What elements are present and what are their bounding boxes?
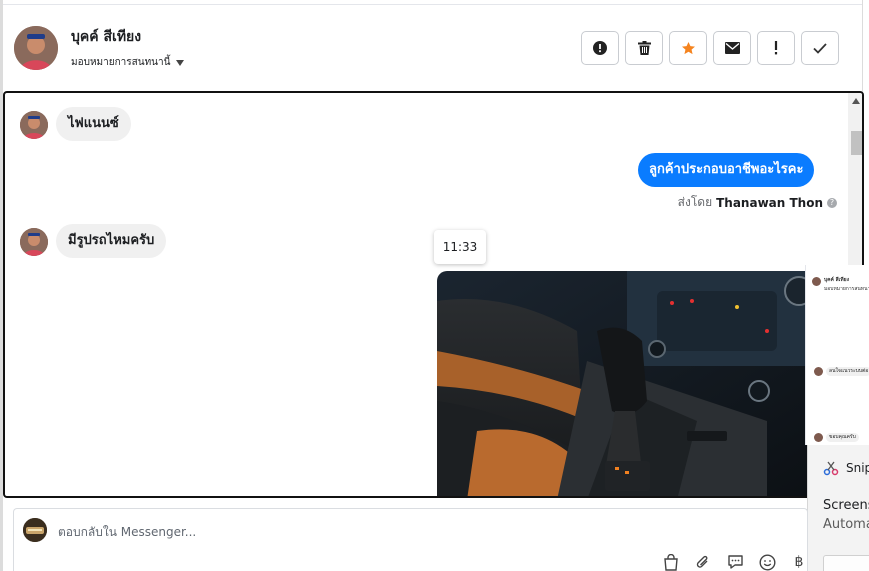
preview-assign-label: มอบหมายการสนทนานี้	[824, 286, 869, 292]
conversation-actions	[581, 31, 839, 65]
star-button[interactable]	[669, 31, 707, 65]
mark-done-button[interactable]	[801, 31, 839, 65]
sent-by-label: ส่งโดย Thanawan Thon ?	[678, 193, 837, 212]
sent-by-agent: Thanawan Thon	[716, 195, 823, 210]
car-interior-photo[interactable]	[437, 271, 809, 496]
snip-message-line1: Screens	[823, 498, 869, 513]
check-icon	[813, 42, 827, 54]
assign-conversation-dropdown[interactable]: มอบหมายการสนทนานี้	[71, 55, 185, 70]
snipping-tool-notification[interactable]: Snip Screens Automa	[807, 445, 869, 571]
reply-input[interactable]	[58, 522, 658, 542]
shopping-bag-button[interactable]	[662, 553, 680, 571]
scroll-up-arrow-icon[interactable]	[852, 98, 860, 104]
paperclip-icon	[696, 555, 708, 568]
page-avatar	[23, 518, 47, 542]
mark-spam-button[interactable]	[581, 31, 619, 65]
scroll-thumb[interactable]	[851, 131, 862, 155]
preview-avatar	[812, 277, 821, 286]
snip-title: Snip	[846, 461, 869, 475]
contact-avatar-small	[20, 228, 48, 256]
chat-bubble-icon	[727, 555, 743, 569]
timestamp-tooltip: 11:33	[434, 230, 486, 264]
follow-up-button[interactable]	[757, 31, 795, 65]
conversation-header: บุคค์ สีเทียง มอบหมายการสนทนานี้	[3, 5, 863, 91]
snip-message-line2: Automa	[823, 517, 869, 532]
trash-icon	[637, 41, 651, 55]
preview-message: ขอบคุณครับ	[826, 433, 859, 442]
conversation-preview-panel: บุคค์ สีเทียง มอบหมายการสนทนานี้ ลนใจแนว…	[805, 265, 869, 445]
scissors-icon	[823, 461, 839, 476]
contact-name[interactable]: บุคค์ สีเทียง	[71, 26, 141, 48]
delete-button[interactable]	[625, 31, 663, 65]
incoming-message[interactable]: ไฟแนนซ์	[56, 107, 131, 141]
reply-composer: ฿	[13, 508, 808, 571]
envelope-icon	[724, 42, 740, 54]
sent-by-prefix: ส่งโดย	[677, 195, 713, 209]
assign-label: มอบหมายการสนทนานี้	[71, 57, 171, 68]
caret-down-icon	[176, 59, 185, 66]
inbox-conversation-view: บุคค์ สีเทียง มอบหมายการสนทนานี้ ไฟแนนซ์…	[0, 0, 869, 571]
preview-message: ลนใจแนวระบบต่อ	[826, 367, 869, 376]
contact-avatar-small	[20, 111, 48, 139]
help-icon[interactable]: ?	[827, 197, 837, 208]
preview-contact-name: บุคค์ สีเทียง	[824, 277, 850, 283]
baht-icon: ฿	[794, 554, 804, 570]
shopping-bag-icon	[664, 553, 678, 571]
composer-toolbar: ฿	[662, 553, 808, 571]
message-thread[interactable]: ไฟแนนซ์ ลูกค้าประกอบอาชีพอะไรคะ ส่งโดย T…	[3, 91, 864, 498]
saved-replies-button[interactable]	[726, 553, 744, 571]
star-icon	[681, 41, 695, 54]
snip-action-button[interactable]	[823, 555, 869, 571]
attach-button[interactable]	[694, 553, 712, 571]
outgoing-message[interactable]: ลูกค้าประกอบอาชีพอะไรคะ	[638, 153, 815, 187]
mark-unread-button[interactable]	[713, 31, 751, 65]
preview-avatar	[814, 433, 823, 442]
payment-button[interactable]: ฿	[790, 553, 808, 571]
incoming-message[interactable]: มีรูปรถไหมครับ	[56, 224, 167, 258]
preview-avatar	[814, 367, 823, 376]
alert-circle-icon	[593, 41, 607, 55]
emoji-button[interactable]	[758, 553, 776, 571]
smiley-icon	[758, 553, 776, 571]
contact-avatar[interactable]	[14, 26, 58, 70]
exclamation-icon	[774, 41, 778, 55]
